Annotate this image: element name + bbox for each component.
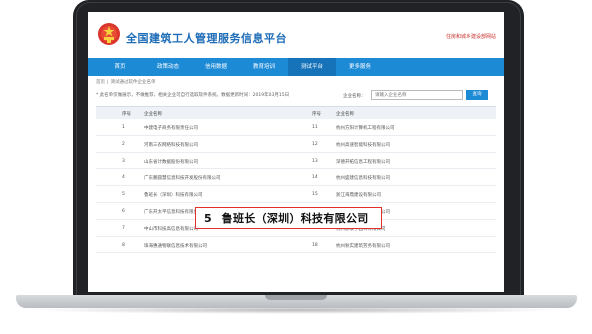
row-number-left: 8: [122, 242, 125, 248]
company-name-left[interactable]: 山东省计数据股份有限公司: [144, 159, 198, 165]
row-number-left: 4: [122, 175, 125, 181]
laptop-screen: 全国建筑工人管理服务信息平台 住房和城乡建设部网站 首页 政策动态 信用数据 教…: [88, 12, 504, 292]
search-button[interactable]: 查询: [466, 90, 488, 100]
company-name-left[interactable]: 鲁班长（深圳）科技有限公司: [144, 192, 203, 198]
row-number-right: 12: [312, 141, 318, 147]
breadcrumb-home[interactable]: 首页: [96, 80, 105, 85]
row-number-left: 2: [122, 141, 125, 147]
table-row: 8 珠海惠通物联信息技术有限公司 18 杭州秋实建筑劳务有限公司: [96, 237, 496, 254]
main-nav: 首页 政策动态 信用数据 教育培训 测试平台 更多服务: [88, 58, 504, 76]
breadcrumb-separator: |: [107, 80, 109, 85]
table-row: 1 中建电子商务有限责任公司 11 杭州方阳计算机工程有限公司: [96, 119, 496, 136]
row-number-right: 11: [312, 125, 318, 130]
row-number-right: 15: [312, 192, 318, 198]
row-number-right: 13: [312, 158, 318, 164]
company-name-right[interactable]: 杭州方阳计算机工程有限公司: [336, 125, 395, 131]
highlight-callout: 5 鲁班长（深圳）科技有限公司: [195, 207, 382, 229]
ministry-link[interactable]: 住房和城乡建设部网站: [446, 33, 496, 40]
company-table: 序号 企业名称 序号 企业名称 1 中建电子商务有限责任公司 11 杭州方阳计算机工程…: [96, 106, 496, 254]
laptop-hinge-notch: [265, 295, 327, 300]
row-number-left: 5: [122, 192, 125, 198]
table-header: 序号 企业名称 序号 企业名称: [96, 106, 496, 119]
row-number-left: 7: [122, 225, 125, 231]
search-label: 企业名称：: [343, 94, 366, 99]
header-no-right: 序号: [312, 112, 321, 117]
nav-item-testing[interactable]: 测试平台: [288, 58, 336, 76]
table-body: 1 中建电子商务有限责任公司 11 杭州方阳计算机工程有限公司 2 河南三农网络科技有限公…: [96, 119, 496, 254]
company-name-left[interactable]: 广东鹏圆慧信息科技开发股份有限公司: [144, 175, 221, 181]
nav-item-more[interactable]: 更多服务: [336, 58, 384, 76]
highlight-company-name: 鲁班长（深圳）科技有限公司: [221, 212, 369, 225]
nav-item-home[interactable]: 首页: [96, 58, 144, 76]
table-row: 3 山东省计数据股份有限公司 13 深德开拓信息工程有限公司: [96, 153, 496, 170]
national-emblem-icon: [98, 23, 120, 45]
table-row: 4 广东鹏圆慧信息科技开发股份有限公司 14 杭州盛建信息科技有限公司: [96, 169, 496, 187]
company-name-left[interactable]: 中建电子商务有限责任公司: [144, 125, 198, 131]
row-number-left: 6: [122, 208, 125, 214]
company-name-left[interactable]: 河南三农网络科技有限公司: [144, 142, 198, 148]
company-name-right[interactable]: 深德开拓信息工程有限公司: [336, 159, 390, 165]
highlight-number: 5: [204, 211, 212, 225]
company-name-right[interactable]: 杭州秋实建筑劳务有限公司: [336, 243, 390, 249]
company-name-left[interactable]: 珠海惠通物联信息技术有限公司: [144, 243, 207, 249]
row-number-right: 18: [312, 242, 318, 248]
company-name-right[interactable]: 杭州高速智能科技有限公司: [336, 142, 390, 148]
nav-item-credit[interactable]: 信用数据: [192, 58, 240, 76]
site-header: 全国建筑工人管理服务信息平台 住房和城乡建设部网站: [88, 12, 504, 58]
header-name-left: 企业名称: [144, 112, 162, 117]
company-name-right[interactable]: 浙江海鼎建设有限公司: [336, 192, 381, 198]
notice-text: * 此名单仅做展示，不做推荐，相关企业可自行选取软件系统。数据更新时间：2019…: [96, 93, 290, 98]
nav-item-training[interactable]: 教育培训: [240, 58, 288, 76]
search-input[interactable]: [371, 90, 463, 100]
breadcrumb: 首页 | 测试通过软件企业名单: [96, 79, 156, 85]
nav-item-policy[interactable]: 政策动态: [144, 58, 192, 76]
site-title: 全国建筑工人管理服务信息平台: [126, 32, 287, 45]
company-name-left[interactable]: 中山市科技高信息有限公司: [144, 226, 198, 232]
table-row: 2 河南三农网络科技有限公司 12 杭州高速智能科技有限公司: [96, 136, 496, 153]
company-name-right[interactable]: 杭州盛建信息科技有限公司: [336, 175, 390, 181]
table-row: 5 鲁班长（深圳）科技有限公司 15 浙江海鼎建设有限公司: [96, 186, 496, 203]
breadcrumb-current: 测试通过软件企业名单: [110, 80, 156, 85]
header-no-left: 序号: [122, 112, 131, 117]
row-number-left: 3: [122, 158, 125, 164]
row-number-right: 14: [312, 175, 318, 181]
header-name-right: 企业名称: [336, 112, 354, 117]
row-number-left: 1: [122, 125, 125, 130]
